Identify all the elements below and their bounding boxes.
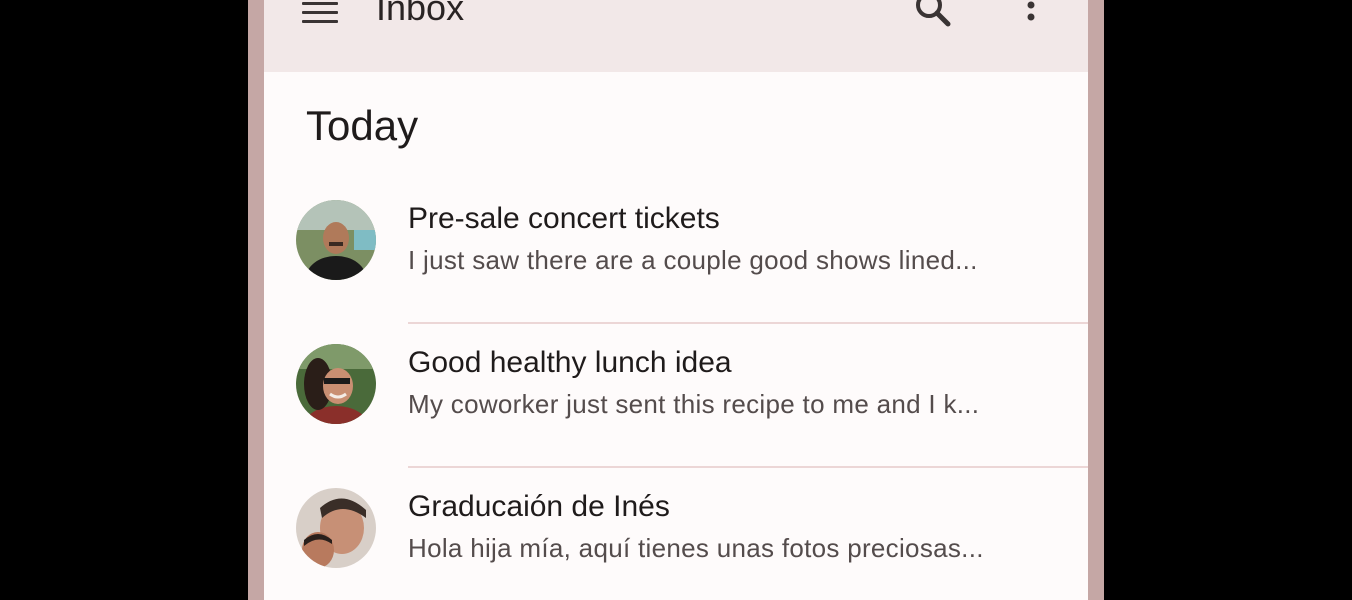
search-icon[interactable]	[914, 0, 954, 28]
message-preview: My coworker just sent this recipe to me …	[408, 389, 980, 419]
message-preview: I just saw there are a couple good shows…	[408, 245, 978, 275]
avatar	[296, 488, 376, 568]
hamburger-menu-icon[interactable]	[302, 2, 338, 24]
app-screen: Inbox Today Pre-sale concert tickets I j…	[264, 0, 1088, 600]
message-row[interactable]: Graducaión de Inés Hola hija mía, aquí t…	[264, 468, 1088, 600]
avatar	[296, 344, 376, 424]
message-title: Graducaión de Inés	[408, 490, 670, 523]
message-row[interactable]: Pre-sale concert tickets I just saw ther…	[264, 180, 1088, 324]
top-app-bar: Inbox	[264, 0, 1088, 72]
section-header-today: Today	[306, 102, 419, 149]
device-frame: Inbox Today Pre-sale concert tickets I j…	[248, 0, 1104, 600]
avatar	[296, 200, 376, 280]
message-preview: Hola hija mía, aquí tienes unas fotos pr…	[408, 533, 984, 563]
app-title: Inbox	[376, 0, 465, 28]
message-title: Pre-sale concert tickets	[408, 202, 720, 235]
message-row[interactable]: Good healthy lunch idea My coworker just…	[264, 324, 1088, 468]
more-vert-icon[interactable]	[1024, 0, 1038, 28]
message-title: Good healthy lunch idea	[408, 346, 732, 379]
